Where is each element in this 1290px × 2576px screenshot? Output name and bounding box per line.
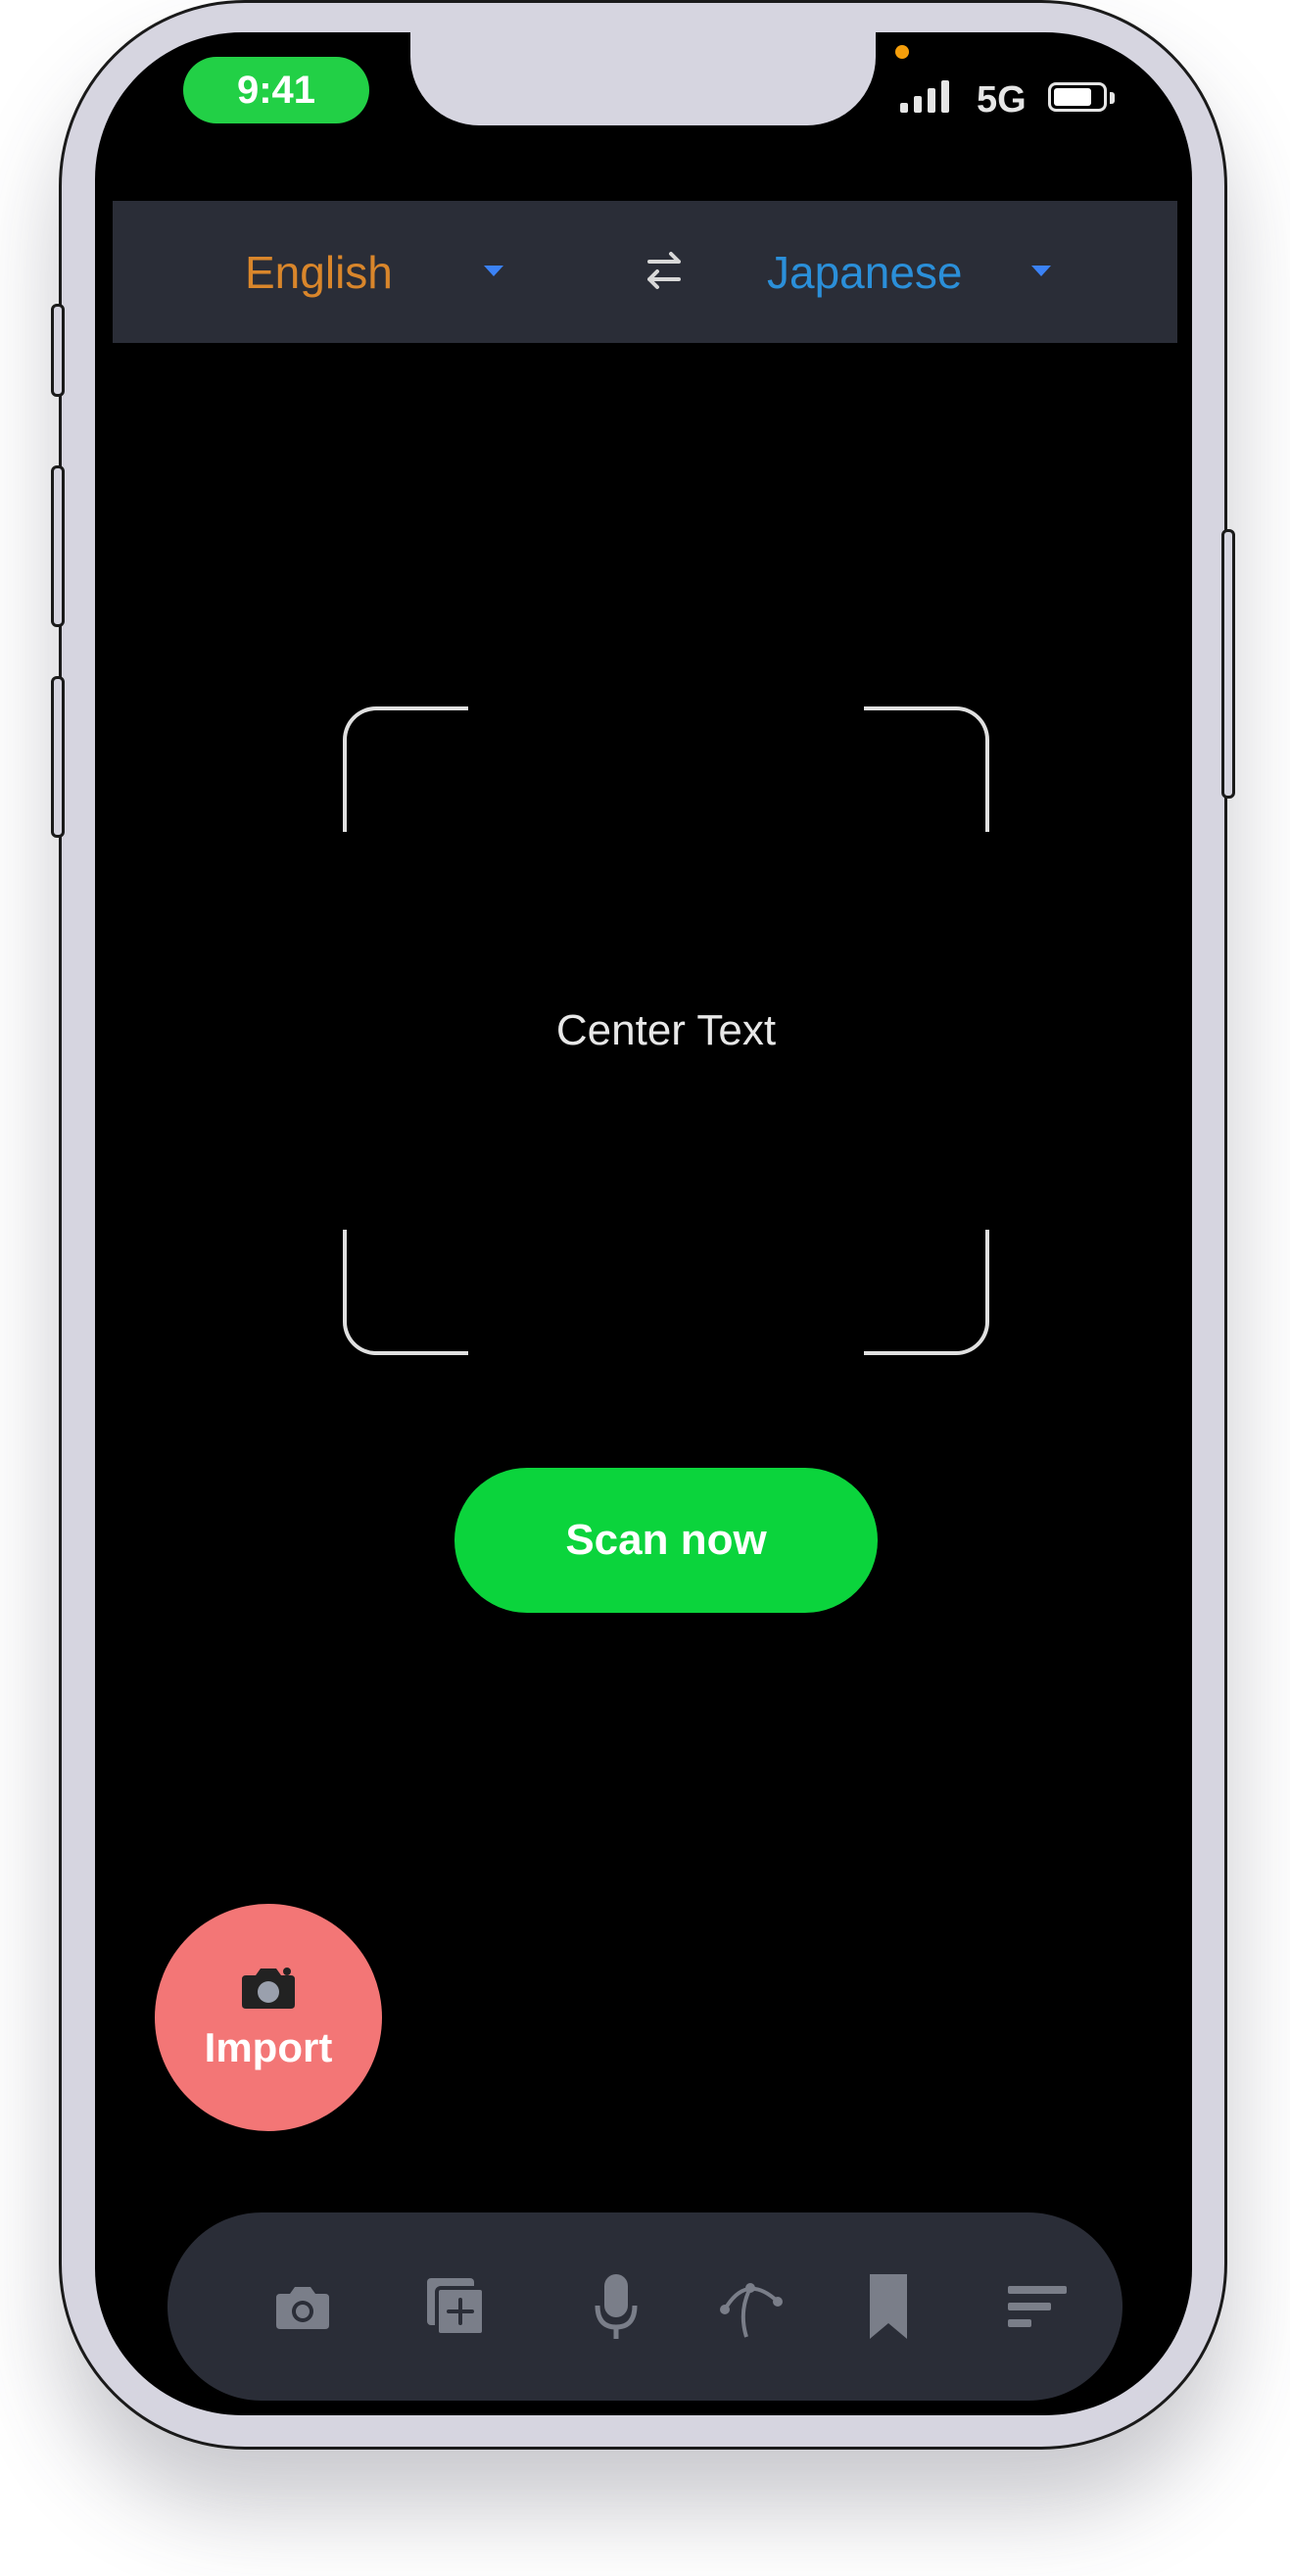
- signal-icon: [900, 79, 949, 113]
- battery-fill: [1054, 88, 1092, 106]
- bottom-navigation: [167, 2212, 1123, 2401]
- import-button[interactable]: Import: [155, 1904, 382, 2131]
- nav-curve-pen[interactable]: [716, 2271, 787, 2342]
- microphone-icon: [595, 2274, 638, 2339]
- camera-icon: [276, 2287, 329, 2329]
- privacy-indicator: [895, 45, 909, 59]
- import-label: Import: [204, 2024, 333, 2070]
- scan-now-button[interactable]: Scan now: [454, 1468, 878, 1613]
- battery-icon: [1048, 82, 1107, 112]
- center-text-label: Center Text: [555, 1006, 777, 1054]
- volume-up-button: [51, 465, 65, 627]
- source-language-label: English: [245, 246, 393, 298]
- target-language-label: Japanese: [767, 246, 963, 298]
- bookmark-icon: [870, 2274, 907, 2339]
- curve-pen-icon: [720, 2283, 783, 2338]
- language-bar: English Japanese: [113, 201, 1177, 343]
- nav-list[interactable]: [1002, 2271, 1073, 2342]
- nav-camera[interactable]: [267, 2271, 338, 2342]
- power-button: [1221, 529, 1235, 799]
- network-label: 5G: [977, 79, 1027, 121]
- list-icon: [1008, 2286, 1067, 2327]
- status-time: 9:41: [183, 57, 369, 123]
- nav-microphone[interactable]: [581, 2271, 651, 2342]
- swap-arrows-icon[interactable]: [644, 248, 685, 293]
- camera-icon: [242, 1968, 295, 2009]
- volume-down-button: [51, 676, 65, 838]
- app-screen: 9:41 5G English Japanese Center Text Sca…: [95, 32, 1192, 2415]
- nav-add-document[interactable]: [420, 2271, 491, 2342]
- add-document-icon: [427, 2278, 486, 2337]
- target-language-select[interactable]: Japanese: [767, 201, 963, 343]
- page: 9:41 5G English Japanese Center Text Sca…: [0, 0, 1290, 2576]
- target-dropdown-icon[interactable]: [1031, 266, 1051, 276]
- source-dropdown-icon[interactable]: [484, 266, 503, 276]
- scan-viewfinder: Center Text: [343, 706, 989, 1355]
- mute-switch: [51, 304, 65, 397]
- source-language-select[interactable]: English: [245, 201, 393, 343]
- phone-notch: [410, 32, 876, 125]
- battery-cap: [1110, 92, 1115, 104]
- nav-bookmark[interactable]: [853, 2271, 924, 2342]
